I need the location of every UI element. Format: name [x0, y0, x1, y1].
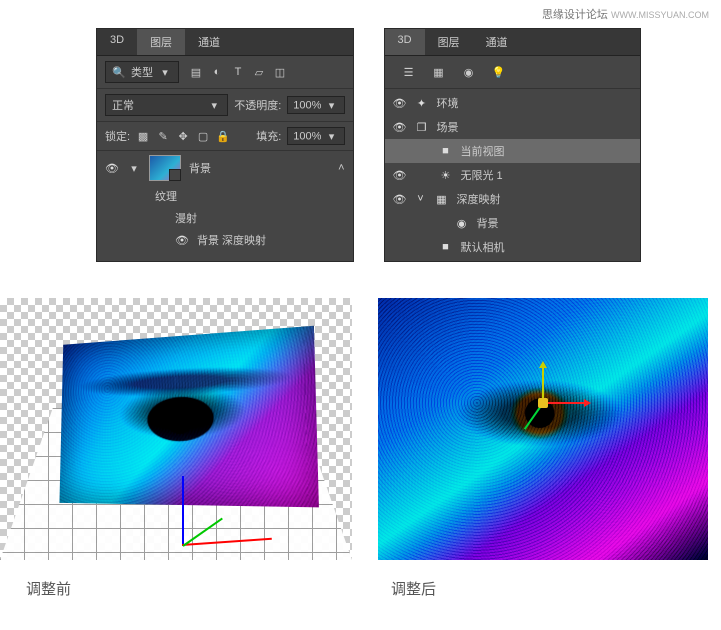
watermark-text: 思缘设计论坛: [542, 9, 608, 21]
lock-row: 锁定: ▩ ✎ ✥ ▢ 🔒 填充: 100% ▾: [97, 122, 353, 151]
gizmo-x-axis[interactable]: [543, 402, 589, 404]
gizmo-y-axis[interactable]: [542, 363, 544, 399]
eye-icon[interactable]: 👁: [393, 193, 407, 206]
tab-layers[interactable]: 图层: [425, 29, 473, 55]
camera-icon: ■: [439, 145, 453, 157]
3d-mesh-eye-close: [378, 298, 708, 560]
lock-brush-icon[interactable]: ✎: [156, 129, 170, 143]
type-filter-icon[interactable]: T: [231, 65, 245, 79]
tab-3d[interactable]: 3D: [385, 29, 425, 55]
scene-filter-icon[interactable]: ☰: [399, 63, 419, 81]
chevron-down-icon: ▾: [325, 129, 339, 143]
lock-artboard-icon[interactable]: ▢: [196, 129, 210, 143]
fill-value[interactable]: 100% ▾: [287, 127, 344, 145]
3d-scene-list: 👁 ✦ 环境 👁 ❐ 场景 ■ 当前视图 👁 ☀ 无限光 1: [385, 89, 641, 261]
captions-row: 调整前 调整后: [0, 560, 721, 599]
chevron-down-icon: ▾: [325, 98, 339, 112]
layer-thumbnail[interactable]: [149, 155, 181, 181]
blend-mode-value: 正常: [112, 97, 134, 113]
filter-label: 类型: [131, 64, 153, 80]
sublayer-texture[interactable]: 纹理: [97, 185, 353, 207]
blend-mode-select[interactable]: 正常 ▾: [105, 94, 228, 116]
row-infinite-light[interactable]: 👁 ☀ 无限光 1: [385, 163, 641, 187]
3d-filter-toolbar: ☰ ▦ ◉ 💡: [385, 56, 641, 89]
eye-icon[interactable]: 👁: [393, 121, 407, 134]
light-filter-icon[interactable]: 💡: [489, 63, 509, 81]
3d-mesh-eye: [59, 326, 318, 508]
chevron-up-icon[interactable]: ˄: [338, 162, 344, 174]
3d-panel: 3D 图层 通道 ☰ ▦ ◉ 💡 👁 ✦ 环境 👁 ❐ 场景 ■: [384, 28, 642, 262]
layers-body: 👁 ▾ 背景 ˄ 纹理 漫射 👁 背景 深度映射: [97, 151, 353, 251]
watermark-site: WWW.MISSYUAN.COM: [611, 10, 709, 20]
material-icon: ◉: [455, 217, 469, 230]
eye-icon[interactable]: 👁: [393, 97, 407, 110]
row-background-mat[interactable]: ◉ 背景: [385, 211, 641, 235]
mesh-filter-icon[interactable]: ▦: [429, 63, 449, 81]
caption-before: 调整前: [26, 578, 71, 599]
gizmo-center[interactable]: [538, 398, 548, 408]
filter-icons: ▤ ◐ T ▱ ◫: [189, 65, 287, 79]
environment-icon: ✦: [415, 97, 429, 110]
blend-row: 正常 ▾ 不透明度: 100% ▾: [97, 89, 353, 122]
opacity-label: 不透明度:: [234, 97, 281, 113]
row-scene[interactable]: 👁 ❐ 场景: [385, 115, 641, 139]
chevron-down-icon[interactable]: ▾: [127, 161, 141, 175]
fill-label: 填充:: [256, 128, 281, 144]
mesh-icon: ▦: [435, 193, 449, 206]
layers-panel: 3D 图层 通道 🔍 类型 ▾ ▤ ◐ T ▱ ◫ 正常 ▾ 不透明度:: [96, 28, 354, 262]
lock-all-icon[interactable]: 🔒: [216, 129, 230, 143]
lock-move-icon[interactable]: ✥: [176, 129, 190, 143]
adjust-filter-icon[interactable]: ◐: [210, 65, 224, 79]
tab-channels[interactable]: 通道: [473, 29, 521, 55]
search-icon: 🔍: [112, 65, 126, 79]
material-filter-icon[interactable]: ◉: [459, 63, 479, 81]
camera-icon: ■: [439, 241, 453, 253]
opacity-value[interactable]: 100% ▾: [287, 96, 344, 114]
watermark: 思缘设计论坛 WWW.MISSYUAN.COM: [542, 6, 709, 22]
image-row: [0, 262, 721, 560]
eye-icon[interactable]: 👁: [105, 162, 119, 175]
layer-name: 背景: [189, 160, 211, 176]
tab-3d[interactable]: 3D: [97, 29, 137, 55]
smart-filter-icon[interactable]: ◫: [273, 65, 287, 79]
shape-filter-icon[interactable]: ▱: [252, 65, 266, 79]
row-environment[interactable]: 👁 ✦ 环境: [385, 91, 641, 115]
tab-layers[interactable]: 图层: [137, 29, 185, 55]
row-default-camera[interactable]: ■ 默认相机: [385, 235, 641, 259]
tab-channels[interactable]: 通道: [185, 29, 233, 55]
light-icon: ☀: [439, 169, 453, 182]
3d-panel-tabs: 3D 图层 通道: [385, 29, 641, 56]
eye-icon[interactable]: 👁: [175, 234, 189, 247]
chevron-down-icon: ▾: [158, 65, 172, 79]
sublayer-depth[interactable]: 👁 背景 深度映射: [97, 229, 353, 251]
axis-y: [182, 476, 184, 546]
row-depth-map[interactable]: 👁 ˅ ▦ 深度映射: [385, 187, 641, 211]
row-current-view[interactable]: ■ 当前视图: [385, 139, 641, 163]
lock-pixels-icon[interactable]: ▩: [136, 129, 150, 143]
scene-icon: ❐: [415, 121, 429, 134]
image-filter-icon[interactable]: ▤: [189, 65, 203, 79]
eye-icon[interactable]: 👁: [393, 169, 407, 182]
layer-filter-row: 🔍 类型 ▾ ▤ ◐ T ▱ ◫: [97, 56, 353, 89]
disclosure-icon[interactable]: ˅: [415, 193, 427, 205]
lock-label: 锁定:: [105, 128, 130, 144]
panel-row: 3D 图层 通道 🔍 类型 ▾ ▤ ◐ T ▱ ◫ 正常 ▾ 不透明度:: [0, 0, 721, 262]
filter-type-select[interactable]: 🔍 类型 ▾: [105, 61, 179, 83]
layers-panel-tabs: 3D 图层 通道: [97, 29, 353, 56]
layer-row-background[interactable]: 👁 ▾ 背景 ˄: [97, 151, 353, 185]
before-image: [0, 298, 352, 560]
after-image: [378, 298, 708, 560]
sublayer-diffuse[interactable]: 漫射: [97, 207, 353, 229]
chevron-down-icon: ▾: [207, 98, 221, 112]
caption-after: 调整后: [391, 578, 436, 599]
